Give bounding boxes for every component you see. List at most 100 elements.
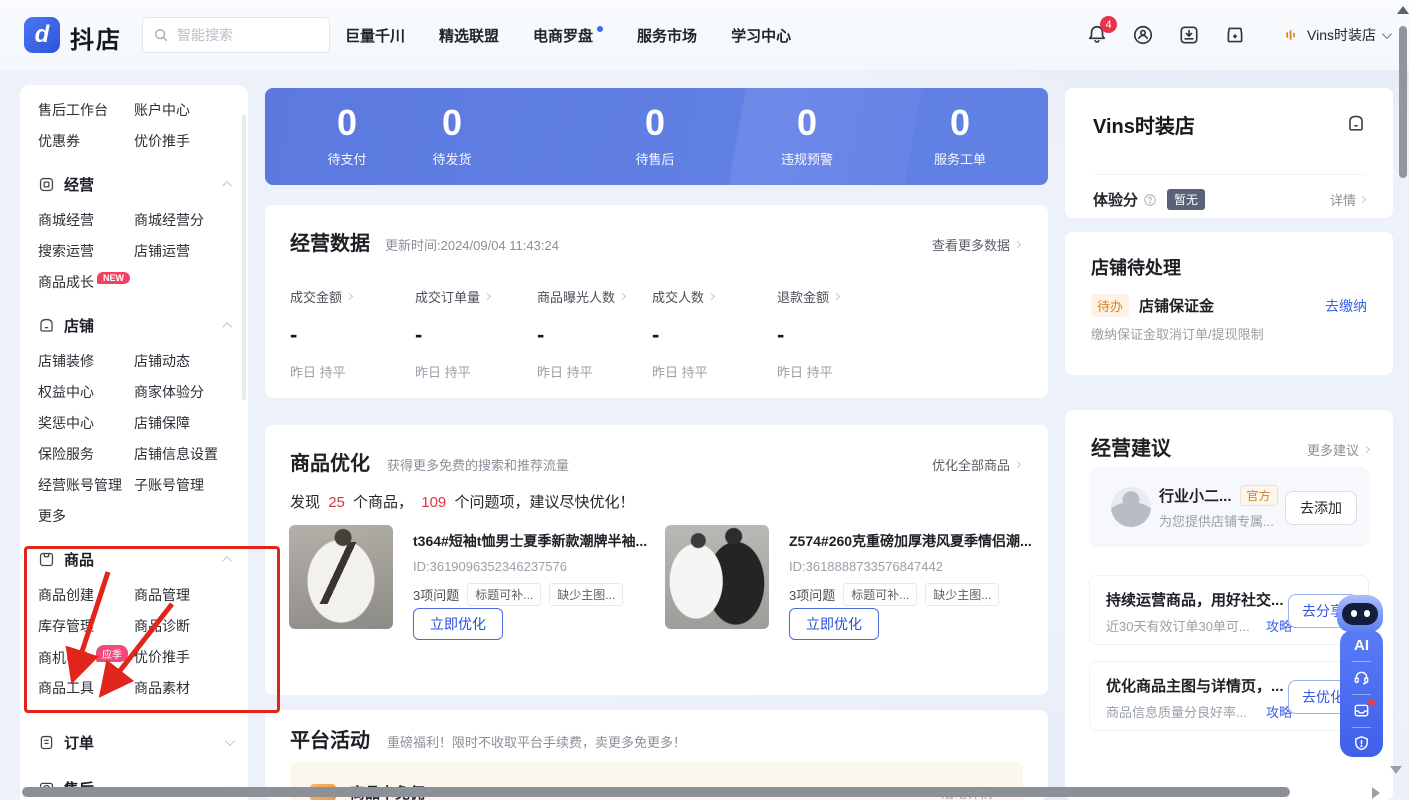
optimize-now-button[interactable]: 立即优化 [789,608,879,640]
issue-tag: 缺少主图... [925,583,999,606]
metric-value: - [415,322,490,348]
sidebar-link-account-mgmt[interactable]: 经营账号管理 [38,475,134,495]
floating-toolbar: AI [1340,630,1383,757]
nav-learning-center[interactable]: 学习中心 [731,25,791,46]
sidebar-link-mall-score[interactable]: 商城经营分 [134,210,204,230]
sidebar-link-search-ops[interactable]: 搜索运营 [38,241,134,261]
sidebar-link-product-diagnosis[interactable]: 商品诊断 [134,616,190,636]
my-shop-button[interactable] [1223,23,1247,47]
nav-ec-compass-label: 电商罗盘 [533,28,593,45]
ai-robot-mascot-icon[interactable] [1337,595,1383,632]
stat-value: 0 [635,103,674,143]
product-card-1[interactable]: t364#短袖t恤男士夏季新款潮牌半袖... ID:36190963523462… [289,525,659,665]
optimize-all-link[interactable]: 优化全部商品 [932,455,1020,474]
stat-label: 违规预警 [781,149,833,168]
nav-jingxuan-lianmeng[interactable]: 精选联盟 [439,25,499,46]
stat-pending-shipment[interactable]: 0 待发货 [432,103,471,168]
sidebar-section-product[interactable]: 商品 [38,544,248,575]
sidebar-link-reward-punish[interactable]: 奖惩中心 [38,413,134,433]
download-icon [1178,24,1200,46]
view-more-data-link[interactable]: 查看更多数据 [932,235,1020,254]
app-title: 抖店 [70,20,122,55]
sidebar-link-rights-center[interactable]: 权益中心 [38,382,134,402]
notification-count-badge: 4 [1100,16,1117,33]
scroll-right-arrow[interactable] [1372,787,1380,799]
scroll-down-arrow[interactable] [1390,766,1402,774]
sidebar-link-aftersale-workbench[interactable]: 售后工作台 [38,100,134,120]
horizontal-scrollbar-thumb[interactable] [22,787,1290,797]
stat-pending-payment[interactable]: 0 待支付 [327,103,366,168]
customer-service-float-button[interactable] [1352,668,1371,691]
metric-refund[interactable]: 退款金额 - 昨日 持平 [777,287,839,381]
sidebar-link-account-center[interactable]: 账户中心 [134,100,190,120]
score-detail-link[interactable]: 详情 [1330,190,1365,209]
sidebar-link-coupons[interactable]: 优惠券 [38,131,134,151]
stat-violation-warning[interactable]: 0 违规预警 [781,103,833,168]
product-image [665,525,769,629]
message-inbox-button[interactable] [1352,701,1371,724]
nav-qianchuan[interactable]: 巨量千川 [345,25,405,46]
sidebar-section-orders[interactable]: 订单 [38,727,248,758]
nav-ec-compass[interactable]: 电商罗盘 [533,25,593,46]
order-section-icon [38,734,55,751]
sidebar-link-inventory-mgmt[interactable]: 库存管理 [38,616,134,636]
download-app-button[interactable] [1177,23,1201,47]
metric-order-count[interactable]: 成交订单量 - 昨日 持平 [415,287,490,381]
sidebar-link-subaccount-mgmt[interactable]: 子账号管理 [134,475,204,495]
todo-title: 店铺待处理 [1091,254,1181,280]
sidebar-link-price-promoter[interactable]: 优价推手 [134,131,190,151]
sidebar-link-price-promoter-2[interactable]: 优价推手 [134,647,190,667]
sidebar-link-product-materials[interactable]: 商品素材 [134,678,190,698]
shop-outline-icon[interactable] [1345,112,1367,134]
stat-label: 待发货 [432,149,471,168]
nav-service-market[interactable]: 服务市场 [637,25,697,46]
sidebar-link-product-create[interactable]: 商品创建 [38,585,134,605]
more-suggestions-link[interactable]: 更多建议 [1307,440,1369,459]
metric-exposure[interactable]: 商品曝光人数 - 昨日 持平 [537,287,625,381]
sidebar-link-shop-guarantee[interactable]: 店铺保障 [134,413,190,433]
metric-label: 成交人数 [652,287,704,306]
sidebar-link-mall-business[interactable]: 商城经营 [38,210,134,230]
stat-service-ticket[interactable]: 0 服务工单 [934,103,986,168]
account-menu[interactable]: Vins时装店 [1283,25,1389,45]
douyin-shop-logo-icon[interactable]: d [24,17,60,53]
metric-label: 退款金额 [777,287,829,306]
new-badge: NEW [97,272,130,284]
sidebar-link-shop-info[interactable]: 店铺信息设置 [134,444,218,464]
sidebar-link-shop-news[interactable]: 店铺动态 [134,351,190,371]
sidebar-link-product-mgmt[interactable]: 商品管理 [134,585,190,605]
issue-count-label: 3项问题 [413,585,459,604]
sidebar-link-more[interactable]: 更多 [38,506,134,526]
metric-gmv[interactable]: 成交金额 - 昨日 持平 [290,287,352,381]
sidebar-section-shop[interactable]: 店铺 [38,310,248,341]
sidebar-link-product-growth[interactable]: 商品成长NEW [38,272,134,292]
customer-service-button[interactable] [1131,23,1155,47]
sidebar-section-business[interactable]: 经营 [38,169,248,200]
sidebar-link-insurance[interactable]: 保险服务 [38,444,134,464]
sidebar-link-opportunity-center[interactable]: 商机中心应季 [38,645,134,668]
metric-buyers[interactable]: 成交人数 - 昨日 持平 [652,287,714,381]
optimize-now-button[interactable]: 立即优化 [413,608,503,640]
product-card-2[interactable]: Z574#260克重磅加厚港风夏季情侣潮... ID:3618888733576… [665,525,1035,665]
vertical-scrollbar-thumb[interactable] [1399,26,1407,178]
sidebar-link-shop-ops[interactable]: 店铺运营 [134,241,190,261]
chevron-right-icon [1363,446,1370,453]
issue-tag: 标题可补... [467,583,541,606]
question-info-icon[interactable] [1143,193,1157,207]
add-contact-button[interactable]: 去添加 [1285,491,1357,525]
scroll-up-arrow[interactable] [1397,6,1409,14]
search-input[interactable] [177,27,317,43]
ai-assistant-button[interactable]: AI [1354,637,1369,658]
search-box[interactable] [142,17,330,53]
sidebar-link-shop-decor[interactable]: 店铺装修 [38,351,134,371]
link-label: 查看更多数据 [932,235,1010,254]
security-shield-button[interactable] [1352,734,1371,757]
sidebar-link-product-tools[interactable]: 商品工具 [38,678,134,698]
sidebar-link-merchant-score[interactable]: 商家体验分 [134,382,204,402]
stat-pending-aftersale[interactable]: 0 待售后 [635,103,674,168]
metric-value: - [652,322,714,348]
notifications-button[interactable]: 4 [1085,23,1109,47]
pay-deposit-link[interactable]: 去缴纳 [1325,296,1367,316]
chevron-right-icon [484,293,491,300]
sidebar-scrollbar[interactable] [242,115,246,400]
